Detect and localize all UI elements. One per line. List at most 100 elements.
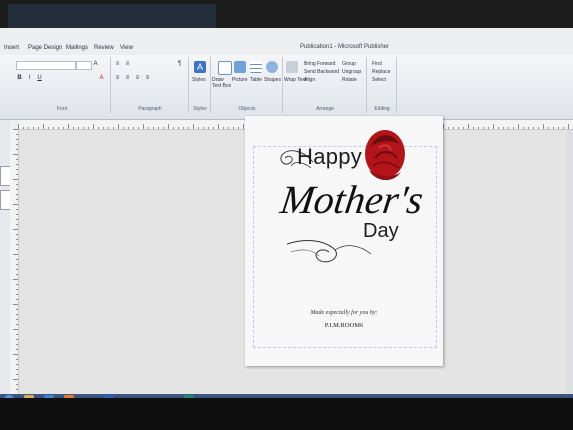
- ruler-tick: [13, 279, 18, 280]
- send-backward-button[interactable]: Send Backward: [304, 69, 339, 75]
- picture-button[interactable]: Picture: [232, 77, 248, 83]
- ruler-tick: [138, 127, 139, 129]
- picture-icon: [234, 61, 246, 73]
- ruler-tick: [16, 134, 18, 135]
- ruler-tick: [13, 129, 18, 130]
- ruler-tick: [213, 127, 214, 129]
- wrap-text-button[interactable]: Wrap Text: [284, 77, 306, 83]
- wrap-text-icon: [286, 61, 298, 73]
- ruler-tick: [16, 389, 18, 390]
- grow-font-button[interactable]: A: [92, 61, 99, 68]
- ruler-tick: [518, 124, 519, 129]
- ruler-tick: [23, 127, 24, 129]
- ruler-tick: [13, 379, 18, 380]
- ruler-tick: [16, 274, 18, 275]
- justify-button[interactable]: ≡: [144, 75, 151, 82]
- ruler-tick: [16, 264, 18, 265]
- ruler-tick: [98, 127, 99, 129]
- ruler-tick: [16, 144, 18, 145]
- shapes-icon: [266, 61, 278, 73]
- ruler-tick: [198, 127, 199, 129]
- tab-insert[interactable]: Insert: [4, 45, 19, 51]
- select-button[interactable]: Select: [372, 77, 386, 83]
- ruler-tick: [16, 359, 18, 360]
- ruler-tick: [143, 124, 144, 129]
- ruler-tick: [16, 174, 18, 175]
- ruler-tick: [58, 127, 59, 129]
- ruler-tick: [68, 124, 69, 129]
- numbering-button[interactable]: ≡: [124, 61, 131, 68]
- bold-button[interactable]: B: [16, 75, 23, 82]
- font-name-combo[interactable]: [16, 61, 76, 70]
- ruler-tick: [16, 369, 18, 370]
- publication-page[interactable]: Happy Mother's Day Made especially for y…: [245, 116, 443, 366]
- ruler-tick: [16, 314, 18, 315]
- align-left-button[interactable]: ≡: [114, 75, 121, 82]
- ruler-tick: [183, 127, 184, 129]
- ruler-tick: [16, 149, 18, 150]
- ruler-tick: [13, 254, 18, 255]
- align-center-button[interactable]: ≡: [124, 75, 131, 82]
- ruler-tick: [168, 124, 169, 129]
- underline-button[interactable]: U: [36, 75, 43, 82]
- replace-button[interactable]: Replace: [372, 69, 390, 75]
- made-for-text: Made especially for you by:: [310, 310, 378, 316]
- ruler-tick: [16, 364, 18, 365]
- bring-forward-button[interactable]: Bring Forward: [304, 61, 335, 67]
- font-color-button[interactable]: A: [98, 75, 105, 82]
- ruler-tick: [108, 127, 109, 129]
- ruler-tick: [13, 154, 18, 155]
- ruler-tick: [16, 239, 18, 240]
- arrange-group-label: Arrange: [316, 106, 334, 112]
- ruler-tick: [16, 319, 18, 320]
- ruler-tick: [538, 127, 539, 129]
- draw-text-box-button[interactable]: Draw Text Box: [212, 77, 234, 89]
- styles-button[interactable]: Styles: [192, 77, 206, 83]
- ruler-tick: [93, 124, 94, 129]
- ruler-tick: [13, 304, 18, 305]
- paragraph-mark-button[interactable]: ¶: [176, 61, 183, 68]
- ruler-tick: [443, 124, 444, 129]
- ruler-tick: [63, 127, 64, 129]
- ruler-tick: [16, 309, 18, 310]
- group-button[interactable]: Group: [342, 61, 356, 67]
- rotate-button[interactable]: Rotate: [342, 77, 357, 83]
- tab-mailings[interactable]: Mailings: [66, 45, 88, 51]
- ruler-tick: [13, 179, 18, 180]
- ruler-tick: [13, 354, 18, 355]
- ruler-tick: [13, 229, 18, 230]
- tab-review[interactable]: Review: [94, 45, 114, 51]
- font-size-combo[interactable]: [76, 61, 92, 70]
- ruler-tick: [203, 127, 204, 129]
- ruler-tick: [458, 127, 459, 129]
- find-button[interactable]: Find: [372, 61, 382, 67]
- table-button[interactable]: Table: [250, 77, 262, 83]
- shapes-button[interactable]: Shapes: [264, 77, 281, 83]
- ruler-tick: [568, 124, 569, 129]
- objects-group-label: Objects: [238, 106, 256, 112]
- ruler-tick: [16, 344, 18, 345]
- bullets-button[interactable]: ≡: [114, 61, 121, 68]
- paragraph-group: ≡ ≡ ≡ ≡ ≡ ≡ ¶ Paragraph: [112, 57, 189, 113]
- monitor-bezel-bottom: [0, 398, 573, 430]
- tab-page-design[interactable]: Page Design: [28, 45, 62, 51]
- align-button[interactable]: Align: [304, 77, 315, 83]
- ruler-tick: [28, 127, 29, 129]
- ruler-tick: [493, 124, 494, 129]
- ruler-tick: [548, 127, 549, 129]
- italic-button[interactable]: I: [26, 75, 33, 82]
- align-right-button[interactable]: ≡: [134, 75, 141, 82]
- ruler-tick: [16, 374, 18, 375]
- vertical-scrollbar[interactable]: [566, 130, 573, 394]
- ungroup-button[interactable]: Ungroup: [342, 69, 361, 75]
- ruler-tick: [463, 127, 464, 129]
- tab-view[interactable]: View: [120, 45, 133, 51]
- ruler-tick: [208, 127, 209, 129]
- ribbon-tabs: Insert Page Design Mailings Review View: [0, 44, 573, 54]
- ruler-tick: [468, 124, 469, 129]
- ruler-tick: [16, 159, 18, 160]
- ribbon: B I U A A Font ≡ ≡ ≡ ≡ ≡ ≡ ¶ Paragraph A…: [0, 55, 573, 120]
- ruler-tick: [123, 127, 124, 129]
- ruler-tick: [163, 127, 164, 129]
- ruler-tick: [553, 127, 554, 129]
